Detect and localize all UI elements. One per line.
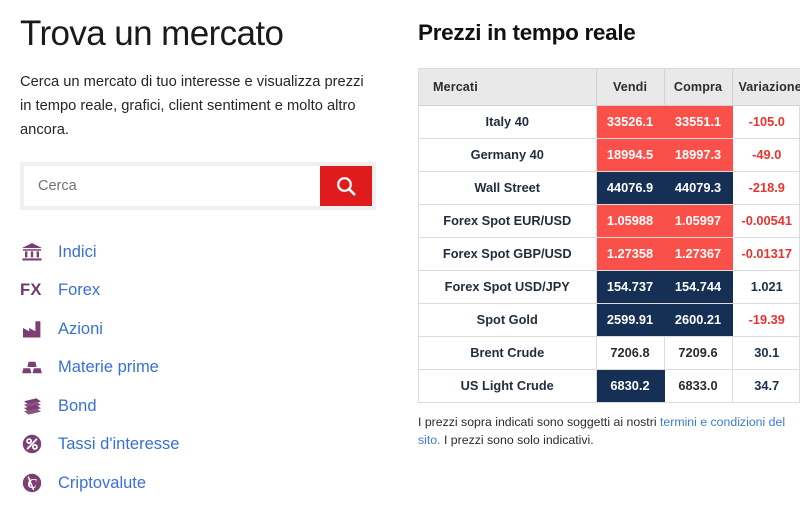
search-icon [334,174,358,198]
change-cell: -218.9 [732,171,800,205]
market-finder-page: Trova un mercato Cerca un mercato di tuo… [0,0,800,515]
gold-bars-icon [20,355,54,379]
market-name-cell[interactable]: Wall Street [419,171,597,205]
sidebar-item-tassi-interesse[interactable]: Tassi d'interesse [20,427,374,462]
search-bar [20,161,376,210]
search-input[interactable] [24,165,320,206]
market-name-cell[interactable]: US Light Crude [419,369,597,402]
table-body: Italy 40 33526.1 33551.1 -105.0 Germany 40 18… [419,105,800,402]
buy-price-cell[interactable]: 33551.1 [664,105,733,139]
market-name-cell[interactable]: Forex Spot EUR/USD [419,204,597,238]
column-header-change[interactable]: Variazione [732,69,800,106]
sidebar-item-label: Materie prime [58,358,159,377]
sidebar-item-materie-prime[interactable]: Materie prime [20,350,374,385]
crypto-coin-icon: C [20,471,54,495]
sidebar-item-indici[interactable]: Indici [20,235,374,270]
market-name-cell[interactable]: Germany 40 [419,138,597,172]
buy-price-cell[interactable]: 2600.21 [664,303,733,337]
sell-price-cell[interactable]: 44076.9 [596,171,665,205]
sell-price-cell[interactable]: 1.27358 [596,237,665,271]
sidebar-item-label: Indici [58,242,97,261]
table-row[interactable]: Brent Crude 7206.8 7209.6 30.1 [419,336,800,370]
disclaimer-after: I prezzi sono solo indicativi. [440,432,594,447]
sell-price-cell[interactable]: 1.05988 [596,204,665,238]
search-submit-button[interactable] [320,165,372,206]
table-row[interactable]: Italy 40 33526.1 33551.1 -105.0 [419,105,800,139]
table-header-row: Mercati Vendi Compra Variazione [419,69,800,106]
table-row[interactable]: Spot Gold 2599.91 2600.21 -19.39 [419,303,800,337]
sidebar-item-forex[interactable]: FX Forex [20,273,374,308]
fx-icon: FX [20,280,42,299]
sell-price-cell[interactable]: 154.737 [596,270,665,304]
change-cell: -49.0 [732,138,800,172]
column-header-markets[interactable]: Mercati [419,69,597,106]
sidebar-item-label: Bond [58,396,97,415]
find-market-section: Trova un mercato Cerca un mercato di tuo… [0,0,400,515]
table-row[interactable]: Germany 40 18994.5 18997.3 -49.0 [419,138,800,172]
table-row[interactable]: Forex Spot GBP/USD 1.27358 1.27367 -0.01317 [419,237,800,271]
sell-price-cell[interactable]: 7206.8 [596,336,665,370]
buy-price-cell[interactable]: 44079.3 [664,171,733,205]
market-name-cell[interactable]: Forex Spot GBP/USD [419,237,597,271]
sidebar-item-criptovalute[interactable]: C Criptovalute [20,466,374,501]
buy-price-cell[interactable]: 7209.6 [664,336,733,370]
table-row[interactable]: Forex Spot EUR/USD 1.05988 1.05997 -0.00541 [419,204,800,238]
change-cell: -0.01317 [732,237,800,271]
change-cell: 30.1 [732,336,800,370]
prices-table-container: Mercati Vendi Compra Variazione Italy 40… [418,68,800,403]
change-cell: 34.7 [754,378,780,394]
disclaimer-text: I prezzi sopra indicati sono soggetti ai… [418,414,792,450]
column-header-buy[interactable]: Compra [664,69,733,106]
market-name-cell[interactable]: Brent Crude [419,336,597,370]
change-cell: -105.0 [732,105,800,139]
sidebar-item-label: Tassi d'interesse [58,435,180,454]
live-prices-section: Prezzi in tempo reale Mercati Vendi Comp… [400,0,800,515]
category-list: Indici FX Forex Azioni Materie prime Bon… [20,235,374,501]
sidebar-item-label: Azioni [58,319,103,338]
sell-price-cell[interactable]: 33526.1 [596,105,665,139]
buy-price-cell[interactable]: 154.744 [664,270,733,304]
change-cell: -0.00541 [732,204,800,238]
column-header-sell[interactable]: Vendi [596,69,665,106]
percent-circle-icon [20,432,54,456]
sidebar-item-bond[interactable]: Bond [20,389,374,424]
sidebar-item-label: Criptovalute [58,473,147,492]
market-name-cell[interactable]: Spot Gold [419,303,597,337]
sell-price-cell[interactable]: 2599.91 [596,303,665,337]
disclaimer-before: I prezzi sopra indicati sono soggetti ai… [418,415,660,429]
intro-paragraph: Cerca un mercato di tuo interesse e visu… [20,74,364,138]
change-cell: 1.021 [732,270,800,304]
change-cell: -19.39 [732,303,800,337]
buy-price-cell[interactable]: 1.05997 [664,204,733,238]
buy-price-cell[interactable]: 1.27367 [664,237,733,271]
banknotes-icon [20,394,54,418]
table-row[interactable]: US Light Crude 6830.2 6833.0 34.7 [419,369,800,402]
sell-price-cell[interactable]: 18994.5 [596,138,665,172]
factory-icon [20,317,54,341]
prices-table: Mercati Vendi Compra Variazione Italy 40… [419,69,800,402]
market-name-cell[interactable]: Italy 40 [419,105,597,139]
bank-icon [20,240,54,264]
sidebar-item-azioni[interactable]: Azioni [20,312,374,347]
sell-price-cell[interactable]: 6830.2 [596,369,665,402]
panel-title: Prezzi in tempo reale [418,20,636,45]
sidebar-item-label: Forex [58,281,101,300]
buy-price-cell[interactable]: 18997.3 [664,138,733,172]
page-title: Trova un mercato [20,14,284,53]
table-row[interactable]: Wall Street 44076.9 44079.3 -218.9 [419,171,800,205]
table-header: Mercati Vendi Compra Variazione [419,69,800,106]
table-row[interactable]: Forex Spot USD/JPY 154.737 154.744 1.021 [419,270,800,304]
buy-price-cell[interactable]: 6833.0 [664,369,733,402]
market-name-cell[interactable]: Forex Spot USD/JPY [419,270,597,304]
